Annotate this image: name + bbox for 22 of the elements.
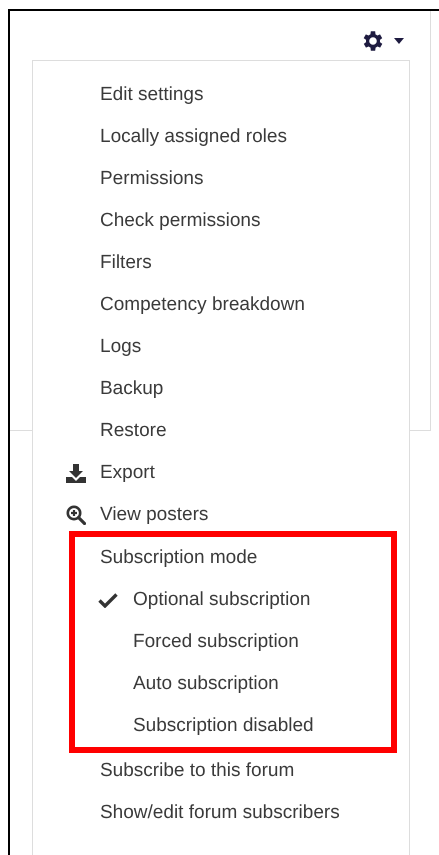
menu-item[interactable]: Subscribe to this forum bbox=[33, 750, 409, 792]
zoom-in-icon bbox=[66, 505, 86, 525]
menu-item[interactable]: Subscription disabled bbox=[75, 705, 391, 747]
menu-item[interactable]: Auto subscription bbox=[75, 663, 391, 705]
menu-item[interactable]: Filters bbox=[33, 242, 409, 284]
menu-item[interactable]: Restore bbox=[33, 410, 409, 452]
menu-item[interactable]: Export bbox=[33, 452, 409, 494]
menu-item[interactable]: Edit settings bbox=[33, 74, 409, 116]
menu-item[interactable]: Competency breakdown bbox=[33, 284, 409, 326]
caret-icon bbox=[394, 38, 404, 44]
menu-item[interactable]: View posters bbox=[33, 494, 409, 536]
menu-item[interactable]: Locally assigned roles bbox=[33, 116, 409, 158]
menu-heading: Subscription mode bbox=[99, 546, 258, 570]
menu-item[interactable]: Check permissions bbox=[33, 200, 409, 242]
download-icon bbox=[66, 464, 86, 482]
menu-item[interactable]: Optional subscription bbox=[75, 579, 391, 621]
checkmark-icon bbox=[98, 592, 118, 608]
menu-item[interactable]: Logs bbox=[33, 326, 409, 368]
menu-item[interactable]: Permissions bbox=[33, 158, 409, 200]
menu-item[interactable]: Forced subscription bbox=[75, 621, 391, 663]
menu-item[interactable]: Backup bbox=[33, 368, 409, 410]
menu-item[interactable]: Show/edit forum subscribers bbox=[33, 792, 409, 834]
